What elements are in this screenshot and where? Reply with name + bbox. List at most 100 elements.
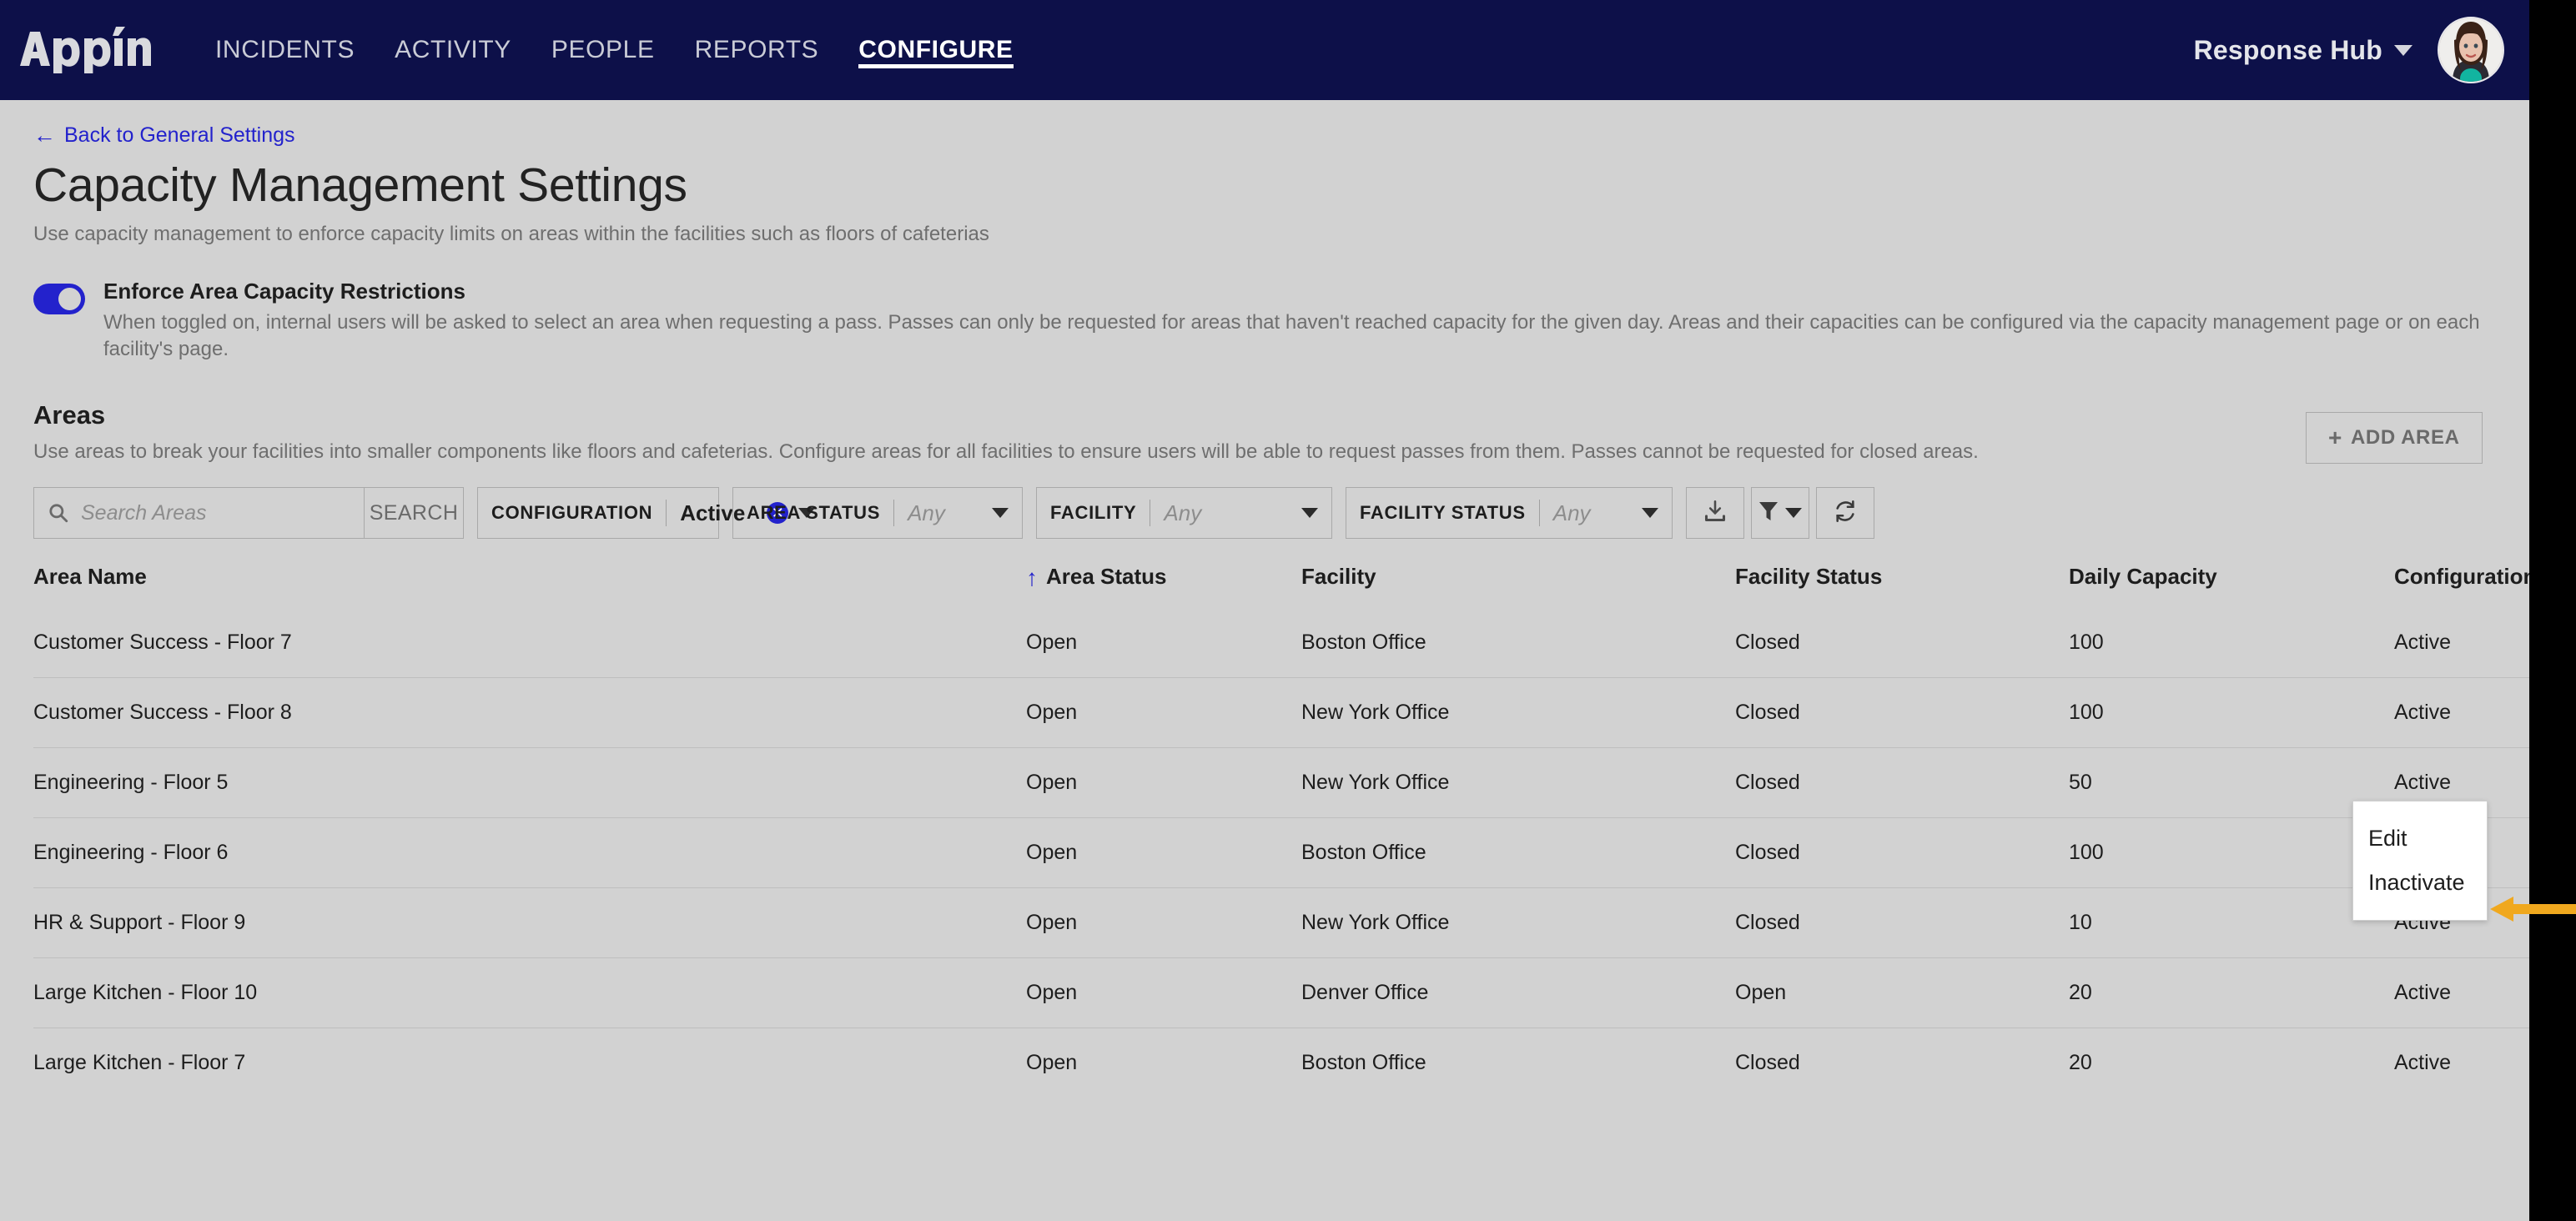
cell-daily-capacity: 20: [2069, 957, 2394, 1028]
table-header: Area Name ↑ Area Status Facility Facility…: [33, 557, 2529, 608]
column-header-daily-capacity[interactable]: Daily Capacity: [2069, 557, 2394, 608]
nav-item-configure[interactable]: CONFIGURE: [838, 0, 1033, 100]
cell-area-name: Customer Success - Floor 8: [33, 677, 1026, 748]
cell-facility-link[interactable]: Denver Office: [1301, 957, 1735, 1028]
cell-facility-status: Closed: [1735, 1028, 2069, 1098]
arrow-left-icon: ←: [33, 123, 56, 148]
areas-table: Area Name ↑ Area Status Facility Facility…: [33, 557, 2529, 1098]
column-label: Area Name: [33, 564, 147, 590]
menu-item-edit[interactable]: Edit: [2353, 817, 2487, 861]
refresh-icon: [1834, 500, 1857, 527]
back-link-label: Back to General Settings: [64, 123, 295, 147]
column-label: Daily Capacity: [2069, 564, 2217, 590]
search-icon: [48, 502, 69, 524]
search-input[interactable]: [79, 500, 350, 526]
cell-area-status: Open: [1026, 677, 1301, 748]
column-header-area-status[interactable]: ↑ Area Status: [1026, 557, 1301, 608]
filter-facility[interactable]: FACILITY Any: [1036, 487, 1332, 540]
cell-facility-status: Closed: [1735, 631, 1800, 655]
cell-facility-link[interactable]: New York Office: [1301, 887, 1735, 958]
cell-facility-link[interactable]: Boston Office: [1301, 608, 1735, 678]
cell-configuration: Active: [2394, 1028, 2529, 1098]
page-subtitle: Use capacity management to enforce capac…: [33, 222, 989, 245]
cell-facility-link[interactable]: Boston Office: [1301, 1028, 1735, 1098]
cell-facility-status: Open: [1735, 957, 2069, 1028]
nav-item-people[interactable]: PEOPLE: [531, 0, 675, 100]
back-to-general-settings-link[interactable]: ← Back to General Settings: [33, 123, 295, 148]
cell-area-status: Open: [1026, 1028, 1301, 1098]
filter-facility-status-value: Any: [1552, 500, 1591, 525]
nav-item-incidents[interactable]: INCIDENTS: [195, 0, 375, 100]
cell-area-name: Customer Success - Floor 7: [33, 631, 292, 655]
search-button[interactable]: SEARCH: [364, 487, 464, 540]
cell-daily-capacity: 100: [2069, 817, 2394, 888]
chevron-down-icon[interactable]: [2394, 44, 2412, 56]
table-row: Engineering - Floor 5 Open New York Offi…: [33, 747, 2529, 818]
chevron-down-icon[interactable]: [992, 508, 1009, 519]
cell-area-status: Open: [1026, 631, 1078, 655]
filter-menu-button[interactable]: [1751, 487, 1809, 540]
column-header-facility-status[interactable]: Facility Status: [1735, 557, 2069, 608]
menu-item-inactivate[interactable]: Inactivate: [2353, 861, 2487, 905]
cell-facility-status: Closed: [1735, 677, 2069, 748]
nav-item-reports[interactable]: REPORTS: [675, 0, 839, 100]
filter-facility-status[interactable]: FACILITY STATUS Any: [1346, 487, 1673, 540]
nav-label: INCIDENTS: [215, 36, 355, 63]
sort-ascending-icon: ↑: [1026, 565, 1038, 591]
response-hub-label[interactable]: Response Hub: [2194, 35, 2382, 66]
export-button[interactable]: [1686, 487, 1744, 540]
chevron-down-icon[interactable]: [1301, 508, 1318, 519]
filter-area-status[interactable]: AREA STATUS Any: [732, 487, 1023, 540]
column-label: Configuration: [2394, 564, 2529, 590]
cell-daily-capacity: 10: [2069, 887, 2394, 958]
plus-icon: +: [2328, 424, 2342, 450]
page-root: INCIDENTS ACTIVITY PEOPLE REPORTS CONFIG…: [0, 0, 2529, 1221]
refresh-button[interactable]: [1816, 487, 1874, 540]
filter-area-status-label: AREA STATUS: [747, 502, 881, 524]
filter-configuration[interactable]: CONFIGURATION Active ✕: [477, 487, 816, 540]
cell-area-status: Open: [1026, 747, 1301, 818]
column-header-area-name[interactable]: Area Name: [33, 557, 1026, 608]
cell-area-name: HR & Support - Floor 9: [33, 887, 1026, 958]
row-action-menu: Edit Inactivate: [2352, 801, 2488, 921]
divider: [666, 500, 667, 527]
nav-item-activity[interactable]: ACTIVITY: [375, 0, 531, 100]
table-row: Large Kitchen - Floor 10 Open Denver Off…: [33, 957, 2529, 1028]
enforce-capacity-toggle[interactable]: [33, 284, 85, 315]
nav-label: CONFIGURE: [858, 36, 1014, 63]
add-area-button[interactable]: + ADD AREA: [2306, 411, 2483, 464]
chevron-down-icon[interactable]: [1785, 508, 1802, 519]
cell-daily-capacity: 50: [2069, 747, 2394, 818]
appian-logo[interactable]: [18, 27, 152, 73]
divider: [1538, 500, 1540, 527]
cell-facility-status: Closed: [1735, 887, 2069, 958]
cell-area-status: Open: [1026, 957, 1301, 1028]
enforce-capacity-section: Enforce Area Capacity Restrictions When …: [33, 279, 2496, 364]
search-input-wrapper[interactable]: [33, 487, 364, 540]
filter-icon: [1758, 500, 1779, 526]
table-row: Large Kitchen - Floor 7 Open Boston Offi…: [33, 1028, 2529, 1098]
cell-facility-link[interactable]: New York Office: [1301, 747, 1735, 818]
table-row: Customer Success - Floor 8 Open New York…: [33, 677, 2529, 748]
filter-area-status-value: Any: [908, 500, 945, 525]
page-title: Capacity Management Settings: [33, 158, 687, 212]
column-header-configuration[interactable]: Configuration: [2394, 557, 2529, 608]
cell-daily-capacity: 100: [2069, 677, 2394, 748]
filter-facility-label: FACILITY: [1050, 502, 1137, 524]
cell-facility-link[interactable]: Boston Office: [1301, 817, 1735, 888]
nav-label: ACTIVITY: [395, 36, 511, 63]
cell-facility-link[interactable]: New York Office: [1301, 677, 1735, 748]
column-header-facility[interactable]: Facility: [1301, 557, 1735, 608]
cell-configuration: Active: [2394, 957, 2529, 1028]
search-button-label: SEARCH: [369, 500, 459, 525]
top-navigation-bar: INCIDENTS ACTIVITY PEOPLE REPORTS CONFIG…: [0, 0, 2529, 100]
cell-facility-status: Closed: [1735, 817, 2069, 888]
areas-title: Areas: [33, 399, 106, 430]
divider: [893, 500, 895, 527]
filter-toolbar: SEARCH CONFIGURATION Active ✕ AREA STATU…: [33, 487, 2496, 540]
cell-area-name: Engineering - Floor 6: [33, 817, 1026, 888]
chevron-down-icon[interactable]: [1642, 508, 1658, 519]
avatar[interactable]: [2438, 17, 2504, 83]
cell-area-name: Large Kitchen - Floor 7: [33, 1028, 1026, 1098]
cell-configuration: Active: [2394, 631, 2452, 655]
